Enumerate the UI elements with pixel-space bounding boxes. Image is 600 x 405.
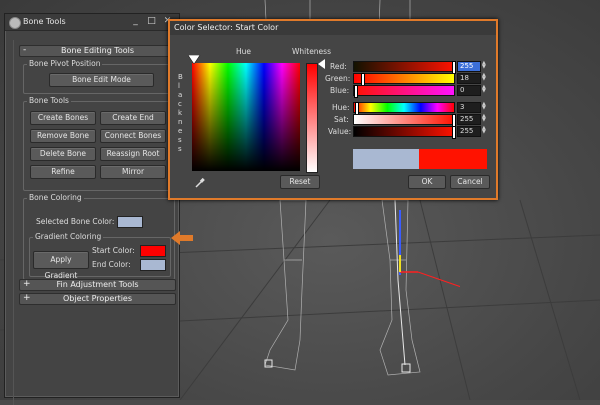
remove-bone-button[interactable]: Remove Bone	[30, 129, 96, 143]
color-selector-titlebar[interactable]: Color Selector: Start Color	[170, 21, 496, 35]
red-spinner[interactable]: ▲ ▼	[482, 61, 488, 70]
blackness-label: B l a c k n e s s	[178, 73, 183, 153]
value-value-input[interactable]: 255	[457, 126, 481, 137]
arrow-pointer-icon	[171, 231, 193, 245]
green-label: Green:	[325, 74, 351, 83]
selected-bone-color-label: Selected Bone Color:	[36, 217, 115, 226]
value-slider[interactable]	[353, 126, 456, 139]
bone-tools-group: Bone Tools Create Bones Create End Remov…	[23, 96, 175, 191]
color-selector-dialog: Color Selector: Start Color Hue Whitenes…	[168, 19, 498, 200]
minimize-button[interactable]: _	[129, 16, 142, 27]
sat-value-input[interactable]: 255	[457, 114, 481, 125]
refine-button[interactable]: Refine	[30, 165, 96, 179]
reassign-root-button[interactable]: Reassign Root	[100, 147, 166, 161]
eyedropper-icon[interactable]	[194, 177, 206, 189]
rollout-fin-adjustment-tools[interactable]: + Fin Adjustment Tools	[19, 279, 176, 291]
value-spinner[interactable]: ▲ ▼	[482, 126, 488, 135]
blue-slider[interactable]	[353, 85, 455, 98]
hue-value-input[interactable]: 3	[457, 102, 481, 113]
gradient-coloring-group: Gradient Coloring Apply Gradient Start C…	[29, 232, 171, 280]
red-value-input[interactable]: 255	[457, 61, 481, 72]
hue-slider[interactable]	[353, 102, 455, 115]
create-end-button[interactable]: Create End	[100, 111, 166, 125]
red-slider[interactable]	[353, 61, 456, 74]
bone-coloring-group: Bone Coloring Selected Bone Color: Gradi…	[23, 193, 175, 280]
old-color-preview	[353, 149, 419, 169]
reset-button[interactable]: Reset	[280, 175, 320, 189]
blue-label: Blue:	[330, 86, 350, 95]
start-color-label: Start Color:	[92, 246, 135, 255]
blue-spinner[interactable]: ▲ ▼	[482, 85, 488, 94]
sat-label: Sat:	[334, 115, 349, 124]
hue-marker-icon	[188, 55, 201, 65]
end-color-swatch[interactable]	[140, 259, 166, 271]
maximize-button[interactable]: □	[145, 16, 158, 27]
color-selector-title: Color Selector: Start Color	[174, 23, 279, 32]
delete-bone-button[interactable]: Delete Bone	[30, 147, 96, 161]
selected-bone-color-swatch[interactable]	[117, 216, 143, 228]
rollout-object-properties[interactable]: + Object Properties	[19, 293, 176, 305]
mirror-button[interactable]: Mirror	[100, 165, 166, 179]
ok-button[interactable]: OK	[408, 175, 446, 189]
create-bones-button[interactable]: Create Bones	[30, 111, 96, 125]
hue-label: Hue	[236, 47, 252, 56]
cancel-button[interactable]: Cancel	[450, 175, 490, 189]
sat-slider[interactable]	[353, 114, 456, 127]
start-color-swatch[interactable]	[140, 245, 166, 257]
hue-spinner[interactable]: ▲ ▼	[482, 102, 488, 111]
bone-tools-titlebar[interactable]: Bone Tools _ □ ✕	[5, 14, 179, 31]
value-label: Value:	[328, 127, 352, 136]
end-color-label: End Color:	[92, 260, 131, 269]
bone-tools-title: Bone Tools	[23, 17, 66, 26]
panel-scrollbar[interactable]	[13, 40, 20, 405]
blue-value-input[interactable]: 0	[457, 85, 481, 96]
rollout-title: Bone Editing Tools	[60, 46, 135, 55]
bone-edit-mode-button[interactable]: Bone Edit Mode	[49, 73, 154, 87]
whiteness-label: Whiteness	[292, 47, 331, 56]
group-label: Bone Pivot Position	[27, 59, 103, 68]
hue-channel-label: Hue:	[332, 103, 350, 112]
bone-pivot-position-group: Bone Pivot Position Bone Edit Mode	[23, 59, 175, 94]
whiteness-bar[interactable]	[306, 63, 318, 173]
green-slider[interactable]	[353, 73, 455, 86]
group-label: Bone Coloring	[27, 193, 84, 202]
whiteness-marker-icon	[318, 59, 325, 69]
connect-bones-button[interactable]: Connect Bones	[100, 129, 166, 143]
sat-spinner[interactable]: ▲ ▼	[482, 114, 488, 123]
green-value-input[interactable]: 18	[457, 73, 481, 84]
rollout-bone-editing-tools[interactable]: - Bone Editing Tools	[19, 45, 176, 57]
bone-tools-window: Bone Tools _ □ ✕ - Bone Editing Tools Bo…	[4, 13, 180, 405]
new-color-preview	[419, 149, 487, 169]
group-label: Gradient Coloring	[33, 232, 104, 241]
group-label: Bone Tools	[27, 96, 71, 105]
apply-gradient-button[interactable]: Apply Gradient	[33, 251, 89, 280]
red-label: Red:	[330, 62, 347, 71]
rollout-title: Object Properties	[62, 294, 133, 303]
rollout-title: Fin Adjustment Tools	[56, 280, 139, 289]
green-spinner[interactable]: ▲ ▼	[482, 73, 488, 82]
app-icon	[9, 17, 21, 29]
hue-blackness-picker[interactable]	[192, 63, 300, 171]
